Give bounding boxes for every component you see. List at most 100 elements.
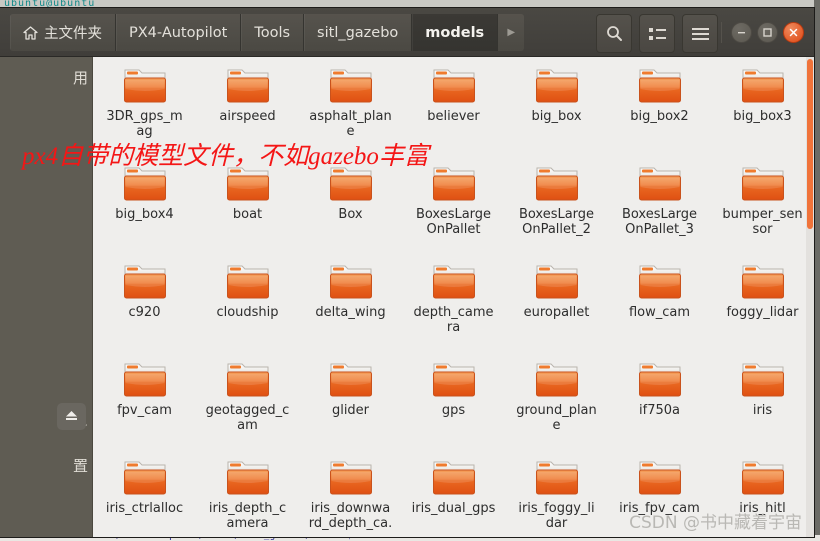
file-label: iris (752, 403, 773, 418)
file-item[interactable]: if750a (608, 357, 711, 455)
folder-icon (636, 458, 684, 498)
search-icon (606, 25, 623, 42)
folder-icon (533, 458, 581, 498)
file-item[interactable]: depth_camera (402, 259, 505, 357)
file-item[interactable]: fpv_cam (93, 357, 196, 455)
file-item[interactable]: BoxesLargeOnPallet_2 (505, 161, 608, 259)
breadcrumb-label-tools: Tools (254, 24, 291, 41)
file-item[interactable]: geotagged_cam (196, 357, 299, 455)
file-label: if750a (639, 403, 680, 418)
folder-icon (636, 66, 684, 106)
breadcrumb-item-px4[interactable]: PX4-Autopilot (116, 14, 242, 51)
file-item[interactable]: asphalt_plane (299, 63, 402, 161)
file-manager-window: 主文件夹 PX4-Autopilot Tools sitl_gazebo mod… (0, 8, 814, 537)
file-item[interactable]: gps (402, 357, 505, 455)
file-label: big_box3 (733, 109, 792, 124)
breadcrumb-label-home: 主文件夹 (44, 26, 102, 42)
maximize-button[interactable] (757, 22, 778, 43)
file-item[interactable]: c920 (93, 259, 196, 357)
file-label: Box (338, 207, 363, 222)
file-item[interactable]: 3DR_gps_mag (93, 63, 196, 161)
file-item[interactable]: iris (711, 357, 814, 455)
file-label: foggy_lidar (726, 305, 799, 320)
scrollbar-track[interactable] (806, 57, 814, 537)
breadcrumb-item-sitl-gazebo[interactable]: sitl_gazebo (304, 14, 413, 51)
folder-icon (739, 66, 787, 106)
file-item[interactable]: europallet (505, 259, 608, 357)
menu-button[interactable] (682, 14, 718, 53)
file-label: delta_wing (315, 305, 386, 320)
close-button[interactable] (783, 22, 804, 43)
file-item[interactable]: iris_ctrlalloc (93, 455, 196, 537)
file-item[interactable]: iris_fpv_cam (608, 455, 711, 537)
file-item[interactable]: big_box (505, 63, 608, 161)
file-item[interactable]: big_box4 (93, 161, 196, 259)
sidebar-item-2[interactable]: 置 (0, 451, 92, 479)
folder-icon (739, 360, 787, 400)
file-item[interactable]: big_box2 (608, 63, 711, 161)
breadcrumb-item-models[interactable]: models (412, 14, 499, 51)
eject-button[interactable] (57, 403, 86, 430)
file-item[interactable]: delta_wing (299, 259, 402, 357)
folder-icon (533, 262, 581, 302)
folder-icon (739, 164, 787, 204)
file-item[interactable]: glider (299, 357, 402, 455)
file-item[interactable]: ground_plane (505, 357, 608, 455)
breadcrumb-item-tools[interactable]: Tools (241, 14, 305, 51)
file-item[interactable]: iris_downward_depth_ca... (299, 455, 402, 537)
file-label: c920 (128, 305, 161, 320)
folder-icon (430, 164, 478, 204)
folder-icon (430, 360, 478, 400)
file-item[interactable]: Box (299, 161, 402, 259)
file-item[interactable]: BoxesLargeOnPallet_3 (608, 161, 711, 259)
file-item[interactable]: iris_foggy_lidar (505, 455, 608, 537)
maximize-icon (763, 28, 772, 37)
close-icon (789, 28, 798, 37)
file-label: geotagged_cam (205, 403, 290, 433)
scrollbar-thumb[interactable] (807, 59, 813, 229)
window-header: 主文件夹 PX4-Autopilot Tools sitl_gazebo mod… (0, 8, 814, 57)
sidebar-item-0[interactable]: 用 (0, 63, 92, 91)
minimize-button[interactable] (731, 22, 752, 43)
folder-icon (533, 164, 581, 204)
file-list-area[interactable]: 3DR_gps_mag airspeed asphalt_plane belie… (93, 57, 814, 537)
view-options-button[interactable] (639, 14, 675, 53)
folder-icon (224, 66, 272, 106)
file-label: big_box4 (115, 207, 174, 222)
file-item[interactable]: foggy_lidar (711, 259, 814, 357)
breadcrumb: 主文件夹 PX4-Autopilot Tools sitl_gazebo mod… (10, 14, 525, 51)
folder-icon (636, 164, 684, 204)
file-label: bumper_sensor (722, 207, 803, 237)
file-label: iris_fpv_cam (619, 501, 700, 516)
file-item[interactable]: big_box3 (711, 63, 814, 161)
folder-icon (121, 262, 169, 302)
file-item[interactable]: cloudship (196, 259, 299, 357)
file-item[interactable]: airspeed (196, 63, 299, 161)
file-label: iris_ctrlalloc (105, 501, 184, 516)
eject-icon (64, 407, 79, 426)
file-item[interactable]: flow_cam (608, 259, 711, 357)
file-item[interactable]: BoxesLargeOnPallet (402, 161, 505, 259)
file-label: fpv_cam (117, 403, 172, 418)
file-label: airspeed (219, 109, 276, 124)
folder-icon (636, 262, 684, 302)
breadcrumb-label-models: models (425, 24, 485, 41)
window-controls (721, 22, 804, 43)
file-item[interactable]: iris_depth_camera (196, 455, 299, 537)
file-label: glider (331, 403, 370, 418)
folder-icon (224, 164, 272, 204)
file-item[interactable]: believer (402, 63, 505, 161)
folder-icon (224, 360, 272, 400)
file-item[interactable]: iris_hitl (711, 455, 814, 537)
file-item[interactable]: iris_dual_gps (402, 455, 505, 537)
folder-icon (224, 262, 272, 302)
search-button[interactable] (596, 14, 632, 53)
file-label: iris_hitl (739, 501, 786, 516)
file-item[interactable]: boat (196, 161, 299, 259)
breadcrumb-item-home[interactable]: 主文件夹 (10, 14, 116, 51)
list-view-icon (648, 27, 666, 41)
file-label: BoxesLargeOnPallet_3 (621, 207, 698, 237)
folder-icon (327, 66, 375, 106)
breadcrumb-next-icon[interactable]: ▶ (498, 14, 525, 51)
file-item[interactable]: bumper_sensor (711, 161, 814, 259)
